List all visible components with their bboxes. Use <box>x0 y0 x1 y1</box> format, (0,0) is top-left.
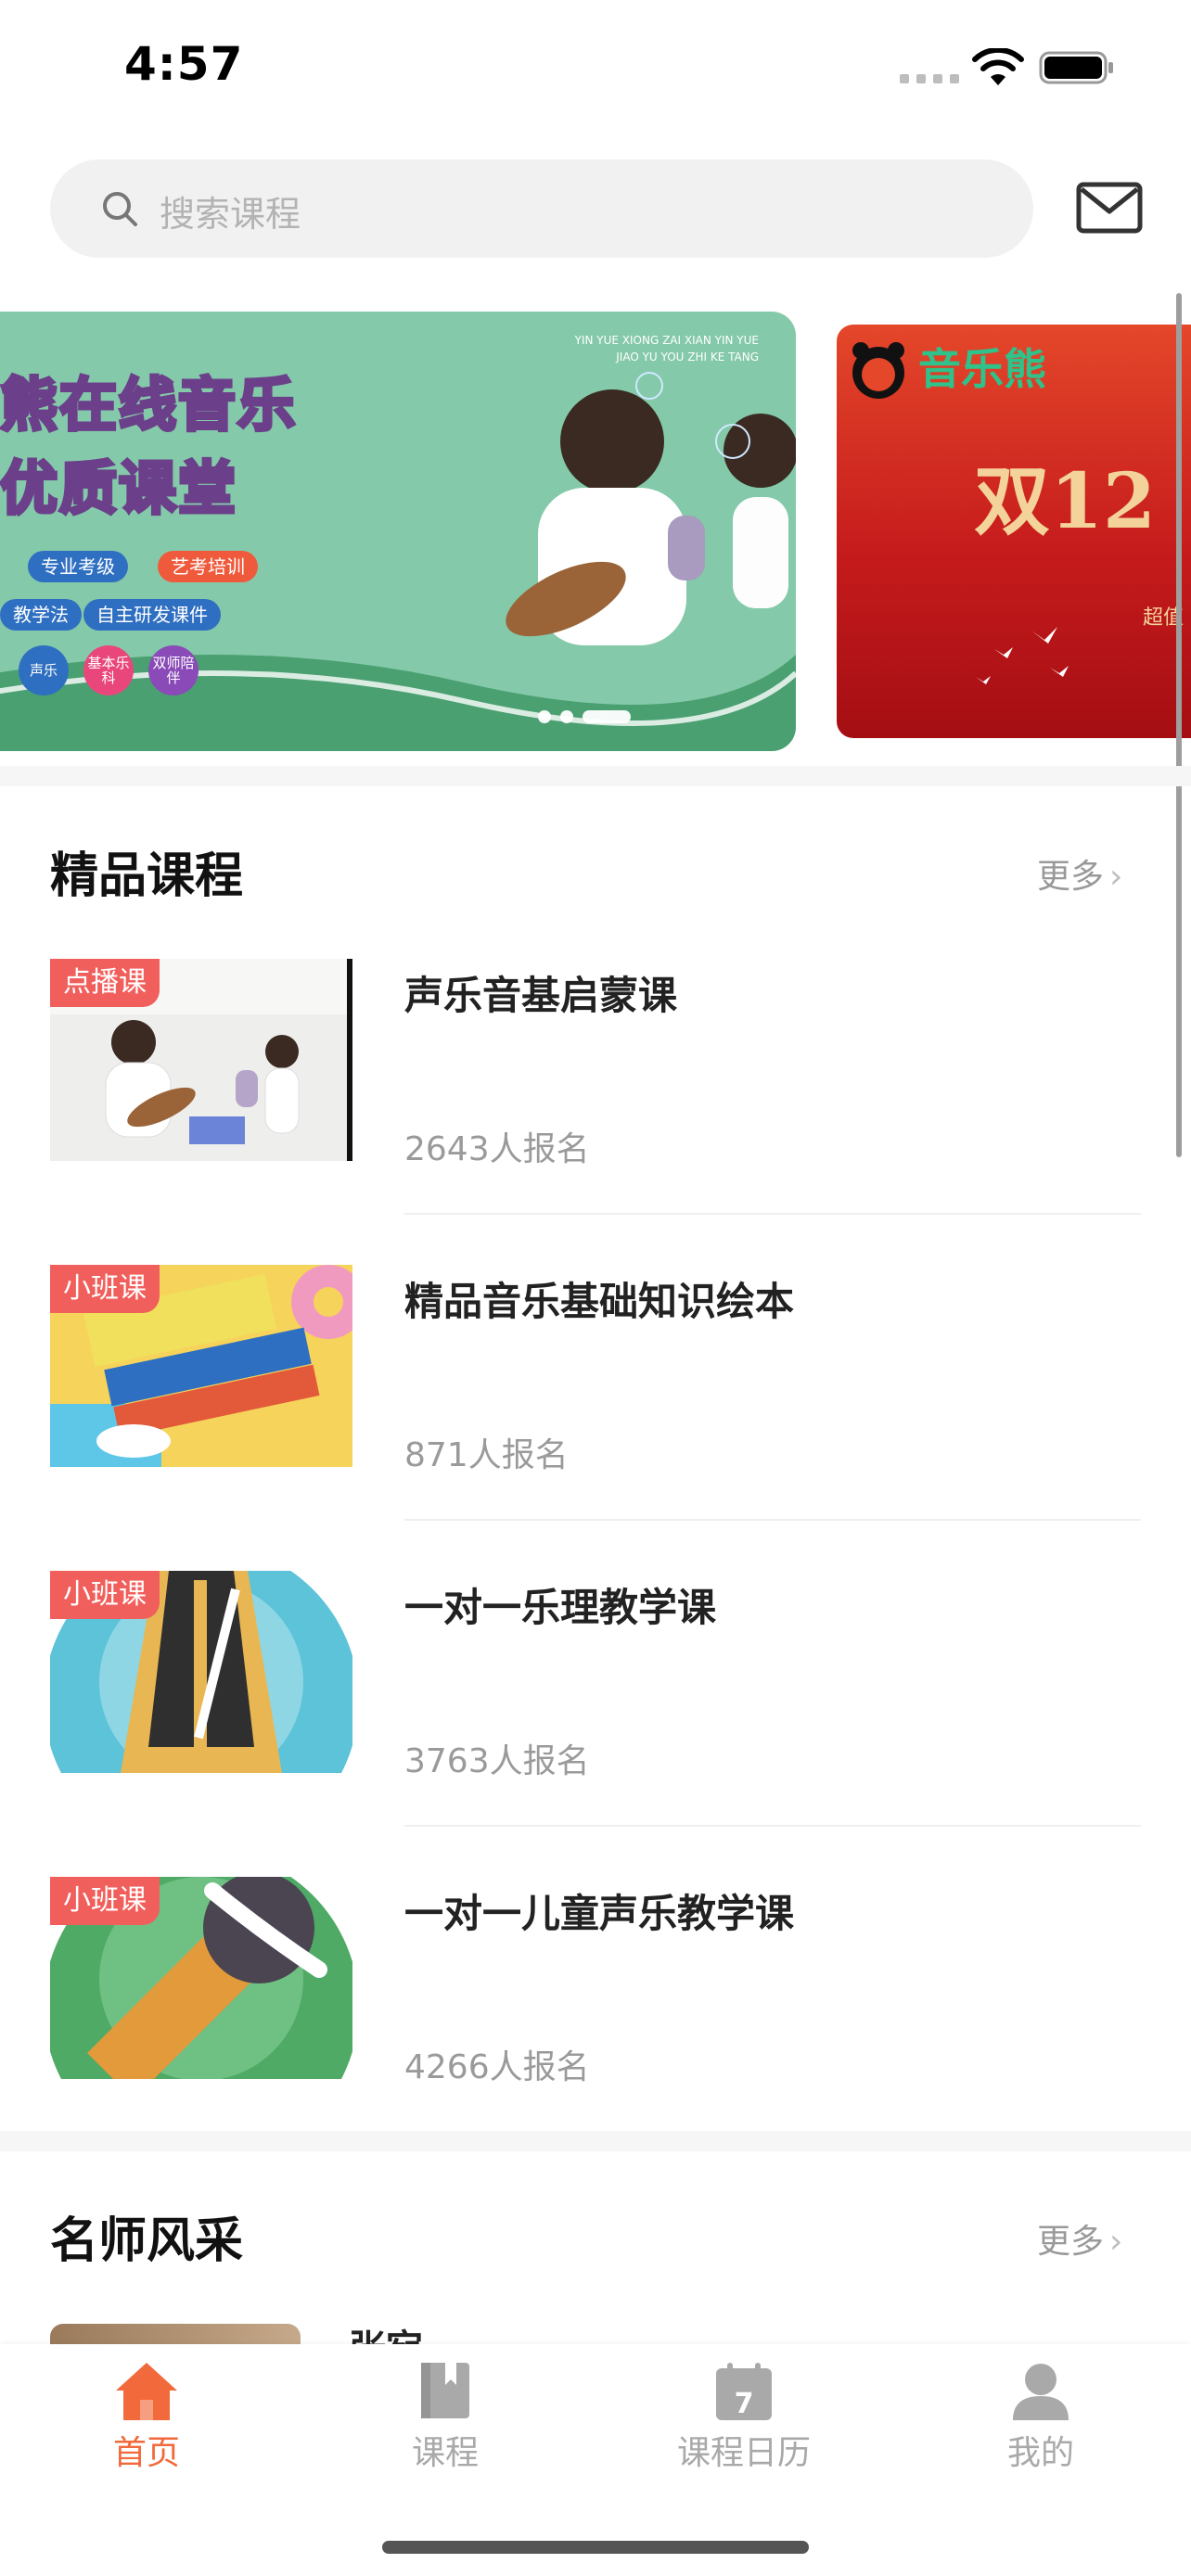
cellular-signal-icon <box>900 74 959 83</box>
book-icon <box>421 2363 469 2418</box>
birds-decoration <box>976 627 1069 684</box>
banner-brand: 音乐熊 <box>918 344 1046 394</box>
banner-tag: 教学法 <box>0 599 82 631</box>
row-divider <box>404 1213 1141 1215</box>
tab-label: 课程日历 <box>676 2434 811 2472</box>
tab-label: 课程 <box>411 2434 479 2472</box>
course-type-badge: 点播课 <box>50 959 160 1007</box>
course-thumbnail: 小班课 <box>50 1571 352 1773</box>
course-item[interactable]: 小班课 一对一乐理教学课 3763人报名 <box>50 1571 1141 1877</box>
banner-slide-main[interactable]: YIN YUE XIONG ZAI XIAN YIN YUE JIAO YU Y… <box>0 312 796 751</box>
search-input[interactable]: 搜索课程 <box>50 159 1033 258</box>
chevron-right-icon: › <box>1109 2223 1123 2261</box>
course-thumbnail: 小班课 <box>50 1265 352 1467</box>
course-thumbnail: 点播课 <box>50 959 352 1161</box>
course-item[interactable]: 点播课 声乐音基启蒙课 2643人报名 <box>50 959 1141 1265</box>
course-title: 精品音乐基础知识绘本 <box>404 1279 795 1324</box>
banner-slide-next[interactable]: 音乐熊 双12 超值 <box>837 325 1191 738</box>
course-enrollment-count: 4266人报名 <box>404 2048 590 2086</box>
section-divider <box>0 2131 1191 2151</box>
teachers-section-title: 名师风采 <box>50 2213 244 2269</box>
search-placeholder: 搜索课程 <box>160 194 301 235</box>
course-title: 一对一乐理教学课 <box>404 1585 717 1630</box>
course-enrollment-count: 2643人报名 <box>404 1130 590 1168</box>
panda-logo-icon <box>852 342 904 399</box>
course-enrollment-count: 871人报名 <box>404 1436 569 1474</box>
person-icon <box>1013 2364 1069 2420</box>
row-divider <box>404 1825 1141 1827</box>
vertical-scrollbar[interactable] <box>1176 293 1182 1157</box>
carousel-indicator <box>538 710 631 723</box>
mail-icon[interactable] <box>1076 182 1143 234</box>
home-icon <box>116 2363 177 2420</box>
wifi-icon <box>972 48 1024 85</box>
tab-label: 首页 <box>112 2434 180 2472</box>
tab-home[interactable]: 首页 <box>54 2361 239 2474</box>
battery-icon <box>1039 51 1113 84</box>
chevron-right-icon: › <box>1109 858 1123 896</box>
banner-pinyin-text: YIN YUE XIONG ZAI XIAN YIN YUE JIAO YU Y… <box>574 334 759 363</box>
teachers-more-link[interactable]: 更多 › <box>1037 2214 1122 2263</box>
course-type-badge: 小班课 <box>50 1265 160 1313</box>
course-thumbnail: 小班课 <box>50 1877 352 2079</box>
calendar-icon: 7 <box>716 2363 772 2420</box>
featured-section-title: 精品课程 <box>50 848 244 904</box>
course-item[interactable]: 小班课 精品音乐基础知识绘本 871人报名 <box>50 1265 1141 1571</box>
status-time: 4:57 <box>124 37 244 91</box>
home-indicator <box>382 2541 809 2554</box>
course-title: 一对一儿童声乐教学课 <box>404 1891 795 1936</box>
banner-tag: 艺考培训 <box>158 551 258 582</box>
course-enrollment-count: 3763人报名 <box>404 1742 590 1780</box>
tab-label: 我的 <box>1006 2434 1074 2472</box>
banner-circle-tag: 基本乐科 <box>83 645 134 695</box>
row-divider <box>404 1519 1141 1521</box>
course-title: 声乐音基启蒙课 <box>404 973 678 1018</box>
status-bar: 4:57 <box>0 0 1191 130</box>
search-icon <box>103 192 137 226</box>
svg-text:7: 7 <box>735 2388 754 2420</box>
tab-calendar[interactable]: 7 课程日历 <box>651 2361 837 2474</box>
course-type-badge: 小班课 <box>50 1877 160 1925</box>
banner-tag: 专业考级 <box>28 551 128 582</box>
section-divider <box>0 766 1191 786</box>
featured-more-link[interactable]: 更多 › <box>1037 849 1122 898</box>
banner-circle-tag: 双师陪伴 <box>148 645 198 695</box>
tab-profile[interactable]: 我的 <box>948 2361 1133 2474</box>
tab-courses[interactable]: 课程 <box>352 2361 538 2474</box>
banner-circle-tag: 声乐 <box>19 645 69 695</box>
banner-headline-2: 优质课堂 <box>0 453 238 524</box>
banner-side-headline: 双12 <box>974 457 1157 546</box>
banner-headline-1: 熊在线音乐 <box>0 369 298 440</box>
course-type-badge: 小班课 <box>50 1571 160 1619</box>
banner-tag: 自主研发课件 <box>83 599 221 631</box>
